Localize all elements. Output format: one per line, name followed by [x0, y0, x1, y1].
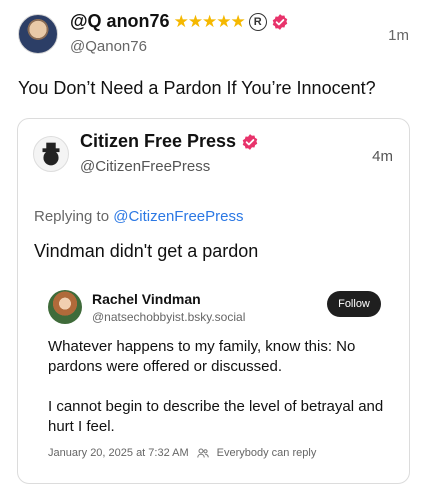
embedded-post: Rachel Vindman @natsechobbyist.bsky.soci… — [18, 279, 409, 479]
replying-to-line: Replying to @CitizenFreePress — [34, 208, 243, 225]
embedded-post-body: Whatever happens to my family, know this… — [48, 337, 388, 457]
quoted-post-card[interactable]: Citizen Free Press @CitizenFreePress 4m … — [17, 118, 410, 484]
quoted-author-name-row: Citizen Free Press — [80, 131, 259, 152]
embedded-author-handle: @natsechobbyist.bsky.social — [92, 310, 246, 324]
post-header: @Q anon76 ★★★★★ R @Qanon76 1m — [0, 0, 427, 68]
follow-button[interactable]: Follow — [327, 291, 381, 317]
author-handle[interactable]: @Qanon76 — [70, 38, 147, 55]
stars-icon: ★★★★★ — [173, 11, 246, 31]
quoted-post-time: 4m — [372, 148, 393, 165]
citizen-free-press-logo-icon — [42, 142, 60, 166]
verified-badge-icon — [272, 13, 288, 30]
quoted-post-text: Vindman didn't get a pardon — [34, 241, 259, 261]
replying-to-label: Replying to — [34, 208, 114, 225]
embedded-author-name: Rachel Vindman — [92, 291, 201, 307]
post-text: You Don’t Need a Pardon If You’re Innoce… — [18, 78, 376, 98]
embedded-paragraph: I cannot begin to describe the level of … — [48, 398, 384, 435]
replying-to-link[interactable]: @CitizenFreePress — [113, 208, 243, 225]
avatar[interactable] — [18, 14, 58, 54]
registered-icon: R — [248, 12, 267, 31]
avatar[interactable] — [33, 136, 69, 172]
quoted-author-handle[interactable]: @CitizenFreePress — [80, 158, 210, 175]
verified-badge-icon — [242, 133, 258, 150]
author-name-row: @Q anon76 ★★★★★ R — [70, 11, 289, 32]
embedded-post-footer: January 20, 2025 at 7:32 AM Everybody ca… — [48, 447, 316, 459]
post-time: 1m — [388, 27, 409, 44]
people-icon — [196, 448, 209, 458]
reply-setting-label: Everybody can reply — [216, 447, 317, 459]
embedded-paragraph: Whatever happens to my family, know this… — [48, 338, 356, 375]
quoted-author-display-name[interactable]: Citizen Free Press — [80, 131, 236, 152]
avatar — [48, 290, 82, 324]
author-display-name[interactable]: @Q anon76 — [70, 11, 170, 32]
embedded-timestamp: January 20, 2025 at 7:32 AM — [48, 447, 189, 459]
